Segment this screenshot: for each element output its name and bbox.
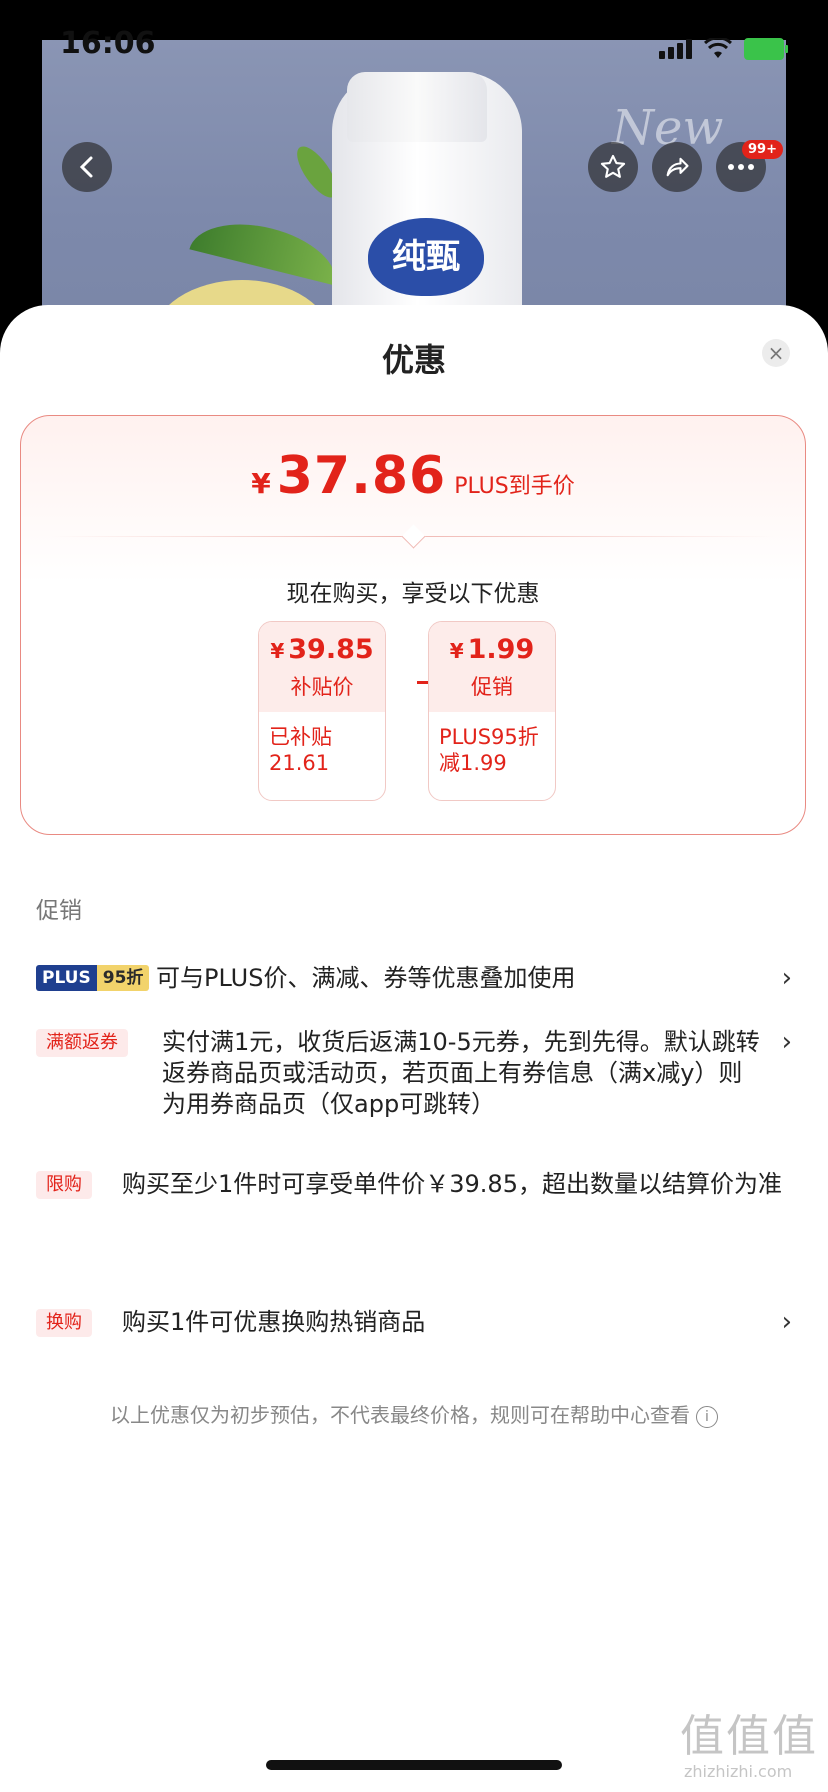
purchase-limit-tag: 限购	[36, 1171, 92, 1199]
final-price-label: PLUS到手价	[454, 474, 575, 499]
promotion-line1: PLUS95折	[439, 725, 539, 749]
subsidy-line2: 21.61	[269, 751, 330, 775]
leaf-graphic	[189, 210, 345, 286]
subsidy-price-value: 39.85	[288, 634, 374, 665]
message-count-badge: 99+	[742, 140, 783, 159]
subsidy-price-title: 补贴价	[290, 675, 354, 699]
currency-symbol: ¥	[251, 467, 271, 500]
disclaimer-text: 以上优惠仅为初步预估，不代表最终价格，规则可在帮助中心查看	[110, 1403, 690, 1427]
watermark-url: zhizhizhi.com	[684, 1762, 793, 1781]
buy-description: 现在购买，享受以下优惠	[286, 581, 540, 607]
brand-logo: 纯甄	[368, 218, 484, 296]
chevron-right-icon: ›	[781, 1027, 792, 1057]
promo-text: 购买1件可优惠换购热销商品	[122, 1308, 426, 1336]
close-icon: ×	[767, 341, 785, 365]
subsidy-line1: 已补贴	[269, 725, 332, 749]
promotion-card: ¥1.99 促销 PLUS95折 减1.99	[428, 621, 556, 801]
wifi-icon	[704, 38, 732, 58]
promo-text: 实付满1元，收货后返满10-5元券，先到先得。默认跳转返券商品页或活动页，若页面…	[162, 1028, 760, 1118]
chevron-right-icon: ›	[781, 963, 792, 993]
subsidy-price-card: ¥39.85 补贴价 已补贴 21.61	[258, 621, 386, 801]
back-button[interactable]	[62, 142, 112, 192]
coupon-return-tag: 满额返券	[36, 1029, 128, 1057]
promo-text: 可与PLUS价、满减、券等优惠叠加使用	[156, 964, 576, 992]
disclaimer-note: 以上优惠仅为初步预估，不代表最终价格，规则可在帮助中心查看 i	[0, 1399, 828, 1428]
status-icons	[659, 38, 788, 60]
home-indicator	[266, 1760, 562, 1770]
star-icon	[600, 154, 626, 178]
promo-row-plus[interactable]: PLUS 95折 可与PLUS价、满减、券等优惠叠加使用 ›	[36, 963, 796, 997]
chevron-left-icon	[79, 156, 93, 178]
currency-symbol: ¥	[449, 639, 464, 663]
share-icon	[666, 157, 689, 177]
chevron-right-icon: ›	[781, 1307, 792, 1337]
promo-row-exchange[interactable]: 换购 购买1件可优惠换购热销商品 ›	[36, 1307, 796, 1341]
watermark: 值值值	[680, 1711, 818, 1762]
bottle-cap-graphic	[347, 72, 487, 142]
share-button[interactable]	[652, 142, 702, 192]
divider-notch	[401, 524, 426, 549]
discount-tag-label: 95折	[96, 965, 150, 991]
discount-sheet: 优惠 × ¥37.86 PLUS到手价 现在购买，享受以下优惠 ¥39.85 补贴…	[0, 305, 828, 1792]
price-summary-card: ¥37.86 PLUS到手价 现在购买，享受以下优惠 ¥39.85 补贴价 已补贴…	[20, 415, 806, 835]
final-price: ¥37.86 PLUS到手价	[21, 446, 805, 506]
close-button[interactable]: ×	[762, 339, 790, 367]
final-price-amount: 37.86	[276, 446, 447, 506]
promo-row-purchase-limit: 限购 购买至少1件时可享受单件价￥39.85，超出数量以结算价为准	[36, 1169, 796, 1235]
promotion-line2: 减1.99	[439, 751, 507, 775]
info-icon[interactable]: i	[696, 1405, 718, 1428]
promo-row-coupon-return[interactable]: 满额返券 实付满1元，收货后返满10-5元券，先到先得。默认跳转返券商品页或活动…	[36, 1027, 796, 1127]
battery-icon	[744, 38, 788, 60]
favorite-button[interactable]	[588, 142, 638, 192]
promotion-value: 1.99	[467, 634, 535, 665]
status-time: 16:06	[60, 26, 156, 61]
more-dots-icon	[728, 164, 754, 170]
promo-text: 购买至少1件时可享受单件价￥39.85，超出数量以结算价为准	[122, 1170, 782, 1198]
sheet-title: 优惠	[381, 341, 446, 379]
plus-discount-tag: PLUS 95折	[36, 965, 150, 991]
exchange-tag: 换购	[36, 1309, 92, 1337]
currency-symbol: ¥	[270, 639, 285, 663]
signal-icon	[659, 39, 692, 59]
plus-tag-label: PLUS	[36, 965, 97, 991]
promotion-title: 促销	[471, 675, 513, 699]
promotion-section-label: 促销	[36, 898, 82, 924]
